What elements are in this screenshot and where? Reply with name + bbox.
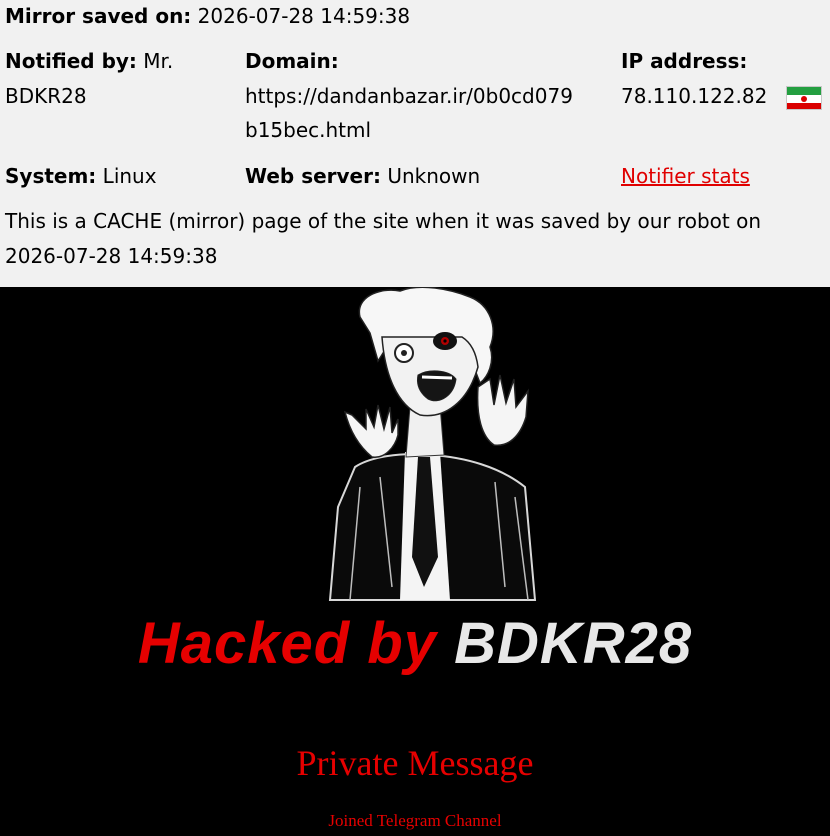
notified-by-value: Mr.	[143, 49, 174, 73]
notifier-stats-link[interactable]: Notifier stats	[621, 161, 750, 191]
telegram-channel-text: Joined Telegram Channel	[328, 811, 502, 830]
notified-by-value-cont: BDKR28	[5, 84, 87, 108]
notified-by-label: Notified by:	[5, 49, 137, 73]
notified-by-row: Notified by: Mr.	[5, 46, 173, 76]
domain-value-cont: b15bec.html	[245, 118, 372, 142]
system-value: Linux	[102, 164, 157, 188]
private-message-heading: Private Message	[296, 743, 534, 783]
system-row: System: Linux	[5, 161, 157, 191]
hacker-name: BDKR28	[454, 611, 693, 676]
iran-flag-icon	[786, 86, 822, 110]
ip-address-value: 78.110.122.82	[621, 84, 768, 108]
mirror-saved-label: Mirror saved on:	[5, 4, 192, 28]
mirror-info-header: Mirror saved on: 2026-07-28 14:59:38 Not…	[0, 0, 830, 287]
hacked-by-title: Hacked by BDKR28	[0, 610, 830, 677]
anime-character-illustration	[328, 286, 537, 601]
web-server-row: Web server: Unknown	[245, 161, 480, 191]
cache-note: This is a CACHE (mirror) page of the sit…	[5, 209, 762, 233]
web-server-label: Web server:	[245, 164, 381, 188]
domain-label: Domain:	[245, 49, 339, 73]
mirror-saved-value: 2026-07-28 14:59:38	[197, 4, 411, 28]
system-label: System:	[5, 164, 97, 188]
mirror-saved-row: Mirror saved on: 2026-07-28 14:59:38	[5, 1, 410, 31]
domain-value: https://dandanbazar.ir/0b0cd079	[245, 84, 573, 108]
cache-note-date: 2026-07-28 14:59:38	[5, 244, 218, 268]
defacement-artwork: Hacked by BDKR28 Private Message Joined …	[0, 286, 830, 836]
hacked-by-text: Hacked by	[137, 611, 437, 676]
web-server-value: Unknown	[387, 164, 481, 188]
ip-address-label: IP address:	[621, 49, 748, 73]
